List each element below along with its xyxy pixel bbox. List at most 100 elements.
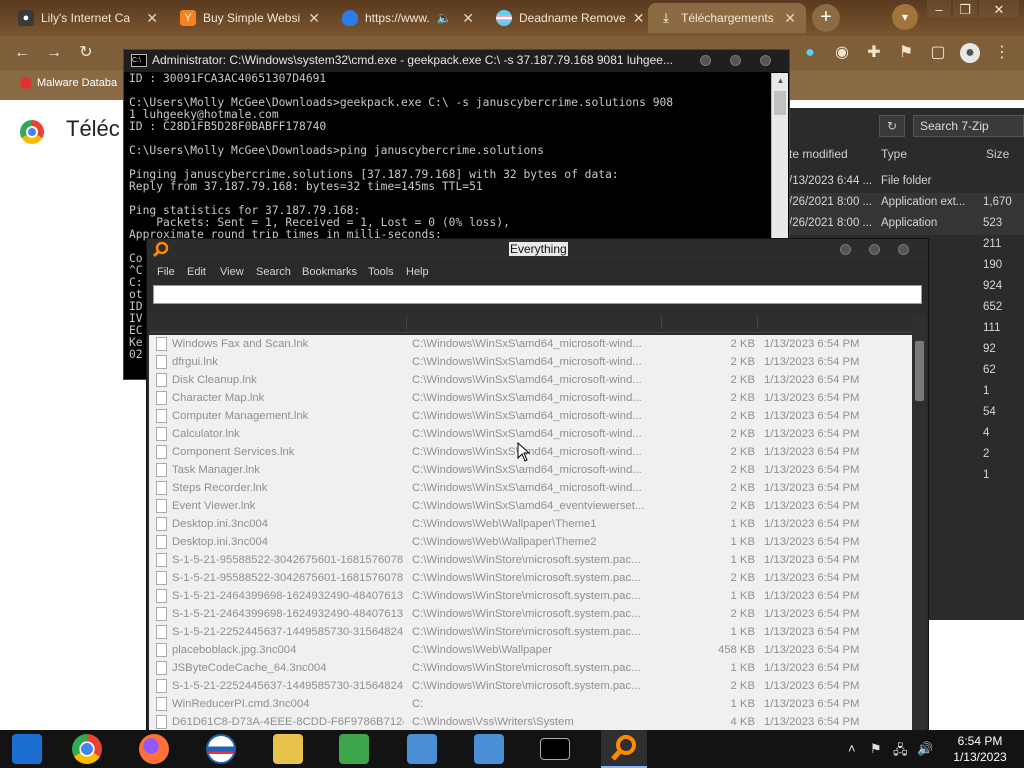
result-row[interactable]: Disk Cleanup.lnk C:\Windows\WinSxS\amd64_… <box>149 371 912 389</box>
avatar-extension-icon[interactable]: ◉ <box>832 43 852 63</box>
tab-telechargements[interactable]: ⤓ Téléchargements ✕ <box>648 3 806 33</box>
close-icon[interactable]: ✕ <box>784 10 796 27</box>
results-list[interactable]: Windows Fax and Scan.lnk C:\Windows\WinSx… <box>149 335 912 731</box>
scroll-thumb[interactable] <box>915 341 924 401</box>
extension-flag-icon[interactable]: ● <box>800 43 820 63</box>
menu-help[interactable]: Help <box>406 266 429 278</box>
minimize-button[interactable] <box>840 244 851 255</box>
tab-deadname-remove[interactable]: Deadname Remove ✕ <box>486 3 646 33</box>
tab-search-button[interactable]: ▾ <box>892 4 918 30</box>
close-button[interactable] <box>760 55 771 66</box>
forward-icon[interactable]: → <box>44 43 64 63</box>
result-row[interactable]: placeboblack.jpg.3nc004 C:\Windows\Web\Wa… <box>149 641 912 659</box>
result-row[interactable]: Character Map.lnk C:\Windows\WinSxS\amd64… <box>149 389 912 407</box>
result-row[interactable]: S-1-5-21-95588522-3042675601-1681576078.… <box>149 551 912 569</box>
menu-search[interactable]: Search <box>256 266 291 278</box>
menu-edit[interactable]: Edit <box>187 266 206 278</box>
result-row[interactable]: Computer Management.lnk C:\Windows\WinSxS… <box>149 407 912 425</box>
taskbar-app-0[interactable] <box>4 730 50 768</box>
menu-tools[interactable]: Tools <box>368 266 394 278</box>
flag-icon[interactable]: ⚑ <box>896 43 916 63</box>
close-icon[interactable]: ✕ <box>462 10 474 27</box>
result-row[interactable]: S-1-5-21-95588522-3042675601-1681576078.… <box>149 569 912 587</box>
result-row[interactable]: Desktop.ini.3nc004 C:\Windows\Web\Wallpap… <box>149 515 912 533</box>
maximize-button[interactable] <box>730 55 741 66</box>
maximize-button[interactable] <box>869 244 880 255</box>
new-tab-button[interactable]: + <box>812 4 840 32</box>
cmd-title-bar[interactable]: C:\ Administrator: C:\Windows\system32\c… <box>124 50 789 72</box>
tab-lilys-internet[interactable]: ● Lily's Internet Ca ✕ <box>8 3 168 33</box>
taskbar-app-8[interactable] <box>532 730 578 768</box>
column-header-modified[interactable]: te modified <box>789 147 848 161</box>
cell-path: C:\Windows\WinSxS\amd64_microsoft-wind..… <box>412 410 642 422</box>
taskbar-app-4[interactable] <box>265 730 311 768</box>
menu-icon[interactable]: ⋮ <box>992 43 1012 63</box>
taskbar-app-6[interactable] <box>399 730 445 768</box>
sevenzip-search-input[interactable]: Search 7-Zip <box>913 115 1024 137</box>
result-row[interactable]: Calculator.lnk C:\Windows\WinSxS\amd64_mi… <box>149 425 912 443</box>
menu-bookmarks[interactable]: Bookmarks <box>302 266 357 278</box>
close-window-button[interactable]: ✕ <box>979 0 1019 18</box>
reload-icon[interactable]: ↻ <box>76 43 96 63</box>
maximize-button[interactable]: ❐ <box>953 0 977 18</box>
file-icon <box>156 373 167 387</box>
result-row[interactable]: S-1-5-21-2252445637-1449585730-31564824.… <box>149 677 912 695</box>
network-icon[interactable]: 🖧 <box>893 741 908 763</box>
puzzle-icon[interactable]: ✚ <box>864 43 884 63</box>
chevron-up-icon[interactable]: ˄ <box>848 741 856 756</box>
cell-date: 1/13/2023 6:54 PM <box>764 590 860 602</box>
menu-file[interactable]: File <box>157 266 175 278</box>
result-row[interactable]: Task Manager.lnk C:\Windows\WinSxS\amd64_… <box>149 461 912 479</box>
result-row[interactable]: JSByteCodeCache_64.3nc004 C:\Windows\WinS… <box>149 659 912 677</box>
everything-title-bar[interactable]: Everything <box>147 239 928 261</box>
flag-icon[interactable]: ⚑ <box>870 741 882 757</box>
speaker-icon[interactable]: 🔈 <box>437 11 452 25</box>
taskbar-app-2[interactable] <box>131 730 177 768</box>
tab-buy-simple[interactable]: Y Buy Simple Websi ✕ <box>170 3 330 33</box>
column-headers[interactable] <box>149 313 912 333</box>
result-row[interactable]: Windows Fax and Scan.lnk C:\Windows\WinSx… <box>149 335 912 353</box>
volume-icon[interactable]: 🔊 <box>917 741 933 757</box>
result-row[interactable]: S-1-5-21-2464399698-1624932490-48407613.… <box>149 605 912 623</box>
close-icon[interactable]: ✕ <box>146 10 158 27</box>
taskbar-app-7[interactable] <box>466 730 512 768</box>
scroll-up-icon[interactable]: ▲ <box>772 73 789 89</box>
close-button[interactable] <box>898 244 909 255</box>
everything-search-input[interactable] <box>153 285 922 304</box>
refresh-button[interactable]: ↻ <box>879 115 905 137</box>
scroll-thumb[interactable] <box>774 91 786 115</box>
result-row[interactable]: S-1-5-21-2464399698-1624932490-48407613.… <box>149 587 912 605</box>
result-row[interactable]: S-1-5-21-2252445637-1449585730-31564824.… <box>149 623 912 641</box>
cell-name: WinReducerPI.cmd.3nc004 <box>172 698 310 710</box>
minimize-button[interactable]: – <box>927 0 951 18</box>
sevenzip-row[interactable]: /26/2021 8:00 ... Application 523 <box>785 214 1024 235</box>
result-row[interactable]: Event Viewer.lnk C:\Windows\WinSxS\amd64_… <box>149 497 912 515</box>
menu-view[interactable]: View <box>220 266 244 278</box>
sevenzip-row[interactable]: /13/2023 6:44 ... File folder <box>785 172 1024 193</box>
sevenzip-row[interactable]: /26/2021 8:00 ... Application ext... 1,670 <box>785 193 1024 214</box>
taskbar-app-5[interactable] <box>331 730 377 768</box>
results-scrollbar[interactable] <box>912 313 927 731</box>
close-icon[interactable]: ✕ <box>308 10 320 27</box>
taskbar-app-3[interactable] <box>198 730 244 768</box>
close-icon[interactable]: ✕ <box>633 10 645 27</box>
cell-size: 1 KB <box>730 626 756 638</box>
result-row[interactable]: D61D61C8-D73A-4EEE-8CDD-F6F9786B7124....… <box>149 713 912 731</box>
bookmark-malware-database[interactable]: Malware Databa <box>20 77 117 89</box>
taskbar-app-9[interactable] <box>601 730 647 768</box>
cell-date: 1/13/2023 6:54 PM <box>764 608 860 620</box>
result-row[interactable]: WinReducerPI.cmd.3nc004 C: 1 KB 1/13/2023 6… <box>149 695 912 713</box>
column-header-type[interactable]: Type <box>881 147 907 161</box>
system-clock[interactable]: 6:54 PM 1/13/2023 <box>950 733 1010 765</box>
profile-avatar[interactable]: ● <box>960 43 980 63</box>
result-row[interactable]: Steps Recorder.lnk C:\Windows\WinSxS\amd6… <box>149 479 912 497</box>
taskbar-app-1[interactable] <box>64 730 110 768</box>
result-row[interactable]: dfrgui.lnk C:\Windows\WinSxS\amd64_micros… <box>149 353 912 371</box>
back-icon[interactable]: ← <box>12 43 32 63</box>
tab-https[interactable]: https://www. 🔈 ✕ <box>332 3 484 33</box>
minimize-button[interactable] <box>700 55 711 66</box>
sidebar-icon[interactable]: ▢ <box>928 43 948 63</box>
result-row[interactable]: Desktop.ini.3nc004 C:\Windows\Web\Wallpap… <box>149 533 912 551</box>
column-header-size[interactable]: Size <box>986 147 1009 161</box>
everything-title: Everything <box>509 242 568 256</box>
